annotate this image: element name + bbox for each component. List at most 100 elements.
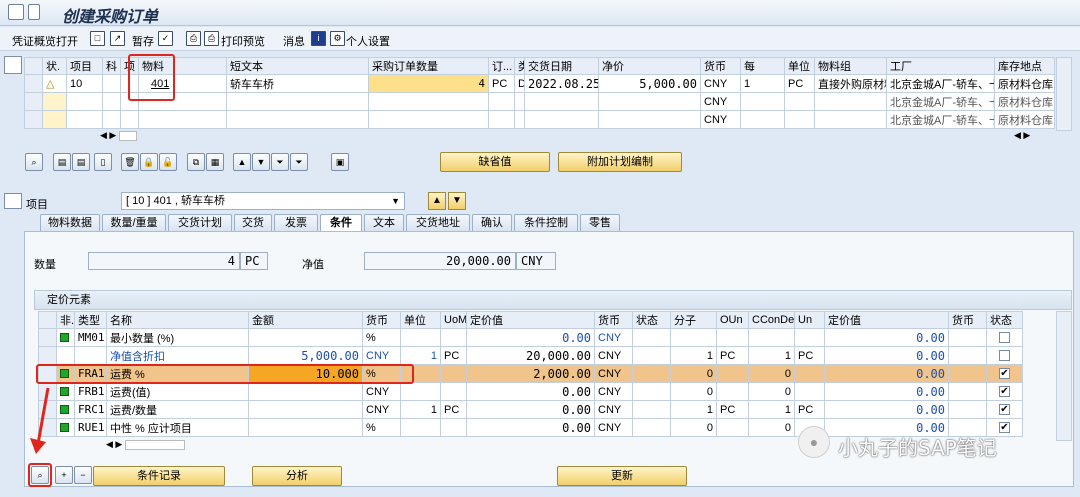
qty-cell[interactable]: 4: [368, 74, 489, 93]
currency-cell[interactable]: CNY: [700, 110, 741, 129]
net-price-cell[interactable]: [598, 110, 701, 129]
oun-cell[interactable]: PC: [716, 346, 749, 365]
settings-icon[interactable]: ⚙: [330, 31, 345, 46]
pricing-value-cell[interactable]: 0.00: [466, 418, 595, 437]
inactive-cell[interactable]: [56, 328, 75, 347]
col-unit[interactable]: 单位: [400, 311, 441, 329]
item-table-hscroll[interactable]: ◀ ▶: [100, 130, 154, 142]
type-cell[interactable]: [74, 346, 107, 365]
col-cond-status[interactable]: 状态: [986, 311, 1023, 329]
unlock-icon[interactable]: 🔓: [159, 153, 177, 171]
value-currency-cell[interactable]: CNY: [594, 400, 633, 419]
check-icon[interactable]: ✓: [158, 31, 173, 46]
uom-cell[interactable]: [440, 364, 467, 383]
un-cell[interactable]: PC: [794, 400, 825, 419]
short-text-cell[interactable]: [226, 110, 369, 129]
condition-record-button[interactable]: 条件记录: [93, 466, 225, 486]
name-cell[interactable]: 中性 % 应计项目: [106, 418, 249, 437]
type-cell[interactable]: FRC1: [74, 400, 107, 419]
col-status[interactable]: 状态: [632, 311, 671, 329]
table-row[interactable]: △ 10 401 轿车车桥 4 PC D 2022.08.25 5,000.00…: [24, 74, 1055, 93]
col-value-currency[interactable]: 货币: [594, 311, 633, 329]
item-overview-icon[interactable]: [4, 56, 22, 74]
value-currency-cell[interactable]: CNY: [594, 418, 633, 437]
col-numerator[interactable]: 分子: [670, 311, 717, 329]
account-cell[interactable]: [102, 92, 121, 111]
analysis-button[interactable]: 分析: [252, 466, 342, 486]
unit-cell[interactable]: [400, 382, 441, 401]
sort-asc-icon[interactable]: ▲: [233, 153, 251, 171]
print-icon[interactable]: ⎙: [186, 31, 201, 46]
cat-cell[interactable]: [514, 92, 525, 111]
short-text-cell[interactable]: [226, 92, 369, 111]
mat-group-cell[interactable]: [814, 110, 887, 129]
tab-condition-control[interactable]: 条件控制: [514, 214, 578, 231]
tab-conditions[interactable]: 条件: [320, 214, 362, 232]
copy-icon[interactable]: ▯: [94, 153, 112, 171]
col-per[interactable]: 每: [740, 57, 785, 75]
oun-cell[interactable]: [716, 418, 749, 437]
delivery-date-cell[interactable]: [524, 92, 599, 111]
ccon-cell[interactable]: 0: [748, 364, 795, 383]
status-cell[interactable]: [632, 346, 671, 365]
amount-cell[interactable]: 5,000.00: [248, 346, 363, 365]
col-name[interactable]: 名称: [106, 311, 249, 329]
value-currency-cell[interactable]: CNY: [594, 364, 633, 383]
order-unit-cell[interactable]: [488, 92, 515, 111]
ccon-cell[interactable]: 0: [748, 418, 795, 437]
qty-cell[interactable]: [368, 110, 489, 129]
status-cell[interactable]: [632, 418, 671, 437]
cond-status-cell[interactable]: ✔: [986, 400, 1023, 419]
item-cell[interactable]: 10: [66, 74, 103, 93]
mat-group-cell[interactable]: [814, 92, 887, 111]
col-uom[interactable]: UoM: [440, 311, 467, 329]
item-cell[interactable]: [66, 92, 103, 111]
col-mat-group[interactable]: 物料组: [814, 57, 887, 75]
currency-cell[interactable]: %: [362, 418, 401, 437]
col-currency[interactable]: 货币: [700, 57, 741, 75]
pricing-value-cell[interactable]: 0.00: [466, 328, 595, 347]
cat-cell[interactable]: D: [514, 74, 525, 93]
status-checkbox[interactable]: ✔: [999, 386, 1010, 398]
personal-settings-button[interactable]: 个人设置: [346, 33, 390, 49]
inactive-cell[interactable]: [56, 346, 75, 365]
unit-cell[interactable]: [784, 110, 815, 129]
cond-currency-cell[interactable]: [948, 400, 987, 419]
item-table-vscrollbar[interactable]: [1056, 57, 1072, 131]
hold-button[interactable]: 暂存: [132, 33, 154, 49]
table-settings-icon[interactable]: ▦: [206, 153, 224, 171]
numerator-cell[interactable]: [670, 328, 717, 347]
table-row[interactable]: CNY 北京金城A厂-轿车、卡 原材料仓库: [24, 92, 1055, 111]
per-cell[interactable]: [740, 92, 785, 111]
col-net-price[interactable]: 净价: [598, 57, 701, 75]
amount-cell[interactable]: [248, 400, 363, 419]
status-cell[interactable]: [632, 382, 671, 401]
qty-cell[interactable]: [368, 92, 489, 111]
status-cell[interactable]: [632, 400, 671, 419]
next-item-button[interactable]: ▼: [448, 192, 466, 210]
plant-cell[interactable]: 北京金城A厂-轿车、卡: [886, 110, 995, 129]
copy-rows-icon[interactable]: ⧉: [187, 153, 205, 171]
col-item[interactable]: 项目: [66, 57, 103, 75]
col-oun[interactable]: OUn: [716, 311, 749, 329]
menu-toggle-icon[interactable]: [28, 4, 40, 20]
status-checkbox[interactable]: ✔: [999, 404, 1010, 416]
plant-cell[interactable]: 北京金城A厂-轿车、卡: [886, 74, 995, 93]
type-cell[interactable]: FRB1: [74, 382, 107, 401]
oun-cell[interactable]: [716, 328, 749, 347]
pricing-row[interactable]: 净值含折扣 5,000.00 CNY 1 PC 20,000.00 CNY 1 PC 1 PC 0.0…: [38, 346, 1023, 365]
currency-cell[interactable]: %: [362, 328, 401, 347]
item-select[interactable]: [ 10 ] 401 , 轿车车桥 ▼: [121, 192, 405, 210]
col-currency[interactable]: 货币: [362, 311, 401, 329]
material-cell[interactable]: [138, 110, 227, 129]
row-selector[interactable]: [24, 92, 43, 111]
numerator-cell[interactable]: 0: [670, 382, 717, 401]
cond-status-cell[interactable]: ✔: [986, 382, 1023, 401]
tab-delivery-address[interactable]: 交货地址: [406, 214, 470, 231]
col-un[interactable]: Un: [794, 311, 825, 329]
doc-overview-button[interactable]: 凭证概览打开: [12, 33, 78, 49]
col-inactive[interactable]: 非.: [56, 311, 75, 329]
cond-value-cell[interactable]: 0.00: [824, 346, 949, 365]
currency-cell[interactable]: CNY: [362, 382, 401, 401]
tab-retail[interactable]: 零售: [580, 214, 620, 231]
